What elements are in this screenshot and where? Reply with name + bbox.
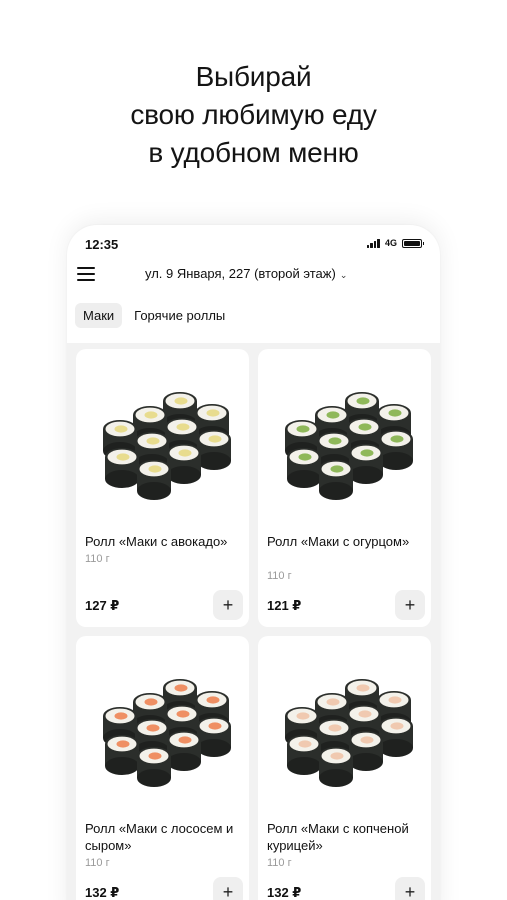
product-weight: 110 г <box>85 857 110 869</box>
product-image <box>285 392 413 500</box>
add-to-cart-button[interactable]: + <box>395 590 425 620</box>
product-title: Ролл «Маки с лососем и сыром» <box>85 821 234 853</box>
product-card[interactable]: Ролл «Маки с копченой курицей» 110 г 132… <box>258 636 431 900</box>
status-indicators: 4G <box>366 238 424 248</box>
promo-line-1: Выбирай <box>195 61 312 92</box>
add-to-cart-button[interactable]: + <box>213 590 243 620</box>
product-price: 132 ₽ <box>85 885 120 900</box>
maki-piece <box>349 731 383 771</box>
product-weight: 110 г <box>267 857 292 869</box>
product-grid: Ролл «Маки с авокадо» 110 г 127 ₽ + Ролл… <box>76 349 431 900</box>
maki-piece <box>379 717 413 757</box>
plus-icon: + <box>222 881 234 900</box>
signal-icon <box>366 238 380 248</box>
maki-piece <box>319 747 353 787</box>
hamburger-icon[interactable] <box>77 267 95 281</box>
maki-piece <box>167 731 201 771</box>
network-type: 4G <box>384 238 397 248</box>
promo-line-3: в удобном меню <box>148 137 359 168</box>
product-title: Ролл «Маки с огурцом» <box>267 534 410 549</box>
battery-icon <box>402 238 424 248</box>
phone-mockup: 12:35 4G ул. 9 Января, 227 (второй этаж)… <box>67 225 440 900</box>
maki-piece <box>287 448 321 488</box>
maki-piece <box>379 430 413 470</box>
status-time: 12:35 <box>85 237 119 252</box>
plus-icon: + <box>404 881 416 900</box>
product-weight: 110 г <box>267 570 292 582</box>
maki-piece <box>287 735 321 775</box>
promo-line-2: свою любимую еду <box>130 99 377 130</box>
product-image <box>285 679 413 787</box>
product-price: 127 ₽ <box>85 598 120 613</box>
maki-piece <box>167 444 201 484</box>
product-card[interactable]: Ролл «Маки с огурцом» 110 г 121 ₽ + <box>258 349 431 627</box>
add-to-cart-button[interactable]: + <box>213 877 243 900</box>
chevron-down-icon: ⌄ <box>339 270 348 280</box>
maki-piece <box>349 444 383 484</box>
product-title: Ролл «Маки с копченой курицей» <box>267 821 409 853</box>
maki-piece <box>197 717 231 757</box>
plus-icon: + <box>404 594 416 615</box>
address-selector[interactable]: ул. 9 Января, 227 (второй этаж) ⌄ <box>145 266 347 281</box>
product-price: 132 ₽ <box>267 885 302 900</box>
maki-piece <box>137 747 171 787</box>
product-image <box>103 679 231 787</box>
status-bar: 12:35 4G <box>85 237 424 253</box>
app-header: 12:35 4G ул. 9 Января, 227 (второй этаж)… <box>67 225 440 343</box>
product-card[interactable]: Ролл «Маки с авокадо» 110 г 127 ₽ + <box>76 349 249 627</box>
maki-piece <box>197 430 231 470</box>
promo-headline: Выбирай свою любимую еду в удобном меню <box>0 58 507 172</box>
maki-piece <box>319 460 353 500</box>
plus-icon: + <box>222 594 234 615</box>
maki-piece <box>105 735 139 775</box>
product-weight: 110 г <box>85 553 110 565</box>
add-to-cart-button[interactable]: + <box>395 877 425 900</box>
product-title: Ролл «Маки с авокадо» <box>85 534 228 549</box>
product-price: 121 ₽ <box>267 598 302 613</box>
tab-hot-rolls[interactable]: Горячие роллы <box>126 303 233 328</box>
address-text: ул. 9 Января, 227 (второй этаж) <box>145 266 336 281</box>
tab-maki[interactable]: Маки <box>75 303 123 328</box>
maki-piece <box>137 460 171 500</box>
nav-row: ул. 9 Января, 227 (второй этаж) ⌄ <box>77 265 428 287</box>
maki-piece <box>105 448 139 488</box>
product-image <box>103 392 231 500</box>
product-card[interactable]: Ролл «Маки с лососем и сыром» 110 г 132 … <box>76 636 249 900</box>
category-tabs: Маки Горячие роллы <box>75 303 233 328</box>
